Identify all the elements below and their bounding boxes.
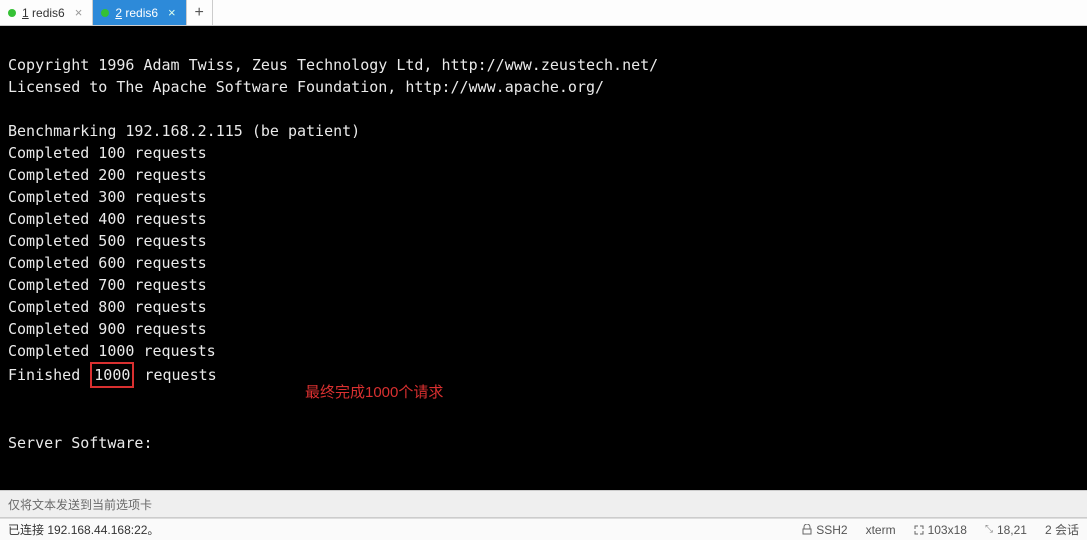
terminal-line: Completed 200 requests <box>8 166 207 184</box>
status-size: 103x18 <box>914 523 967 537</box>
tab-redis6-1[interactable]: 1 redis6 × <box>0 0 93 25</box>
highlight-value: 1000 <box>90 362 134 388</box>
tab-redis6-2[interactable]: 2 redis6 × <box>93 0 186 25</box>
close-icon[interactable]: × <box>75 6 83 19</box>
status-term: xterm <box>866 523 896 537</box>
annotation-text: 最终完成1000个请求 <box>305 382 443 404</box>
terminal-line: Copyright 1996 Adam Twiss, Zeus Technolo… <box>8 56 658 74</box>
terminal-line: Completed 800 requests <box>8 298 207 316</box>
tab-number: 2 redis6 <box>115 6 158 20</box>
tab-bar: 1 redis6 × 2 redis6 × + <box>0 0 1087 26</box>
status-dot-icon <box>8 9 16 17</box>
tab-number: 1 redis6 <box>22 6 65 20</box>
status-sessions: 2 会话 <box>1045 521 1079 538</box>
lock-icon <box>802 524 812 535</box>
terminal-line: Benchmarking 192.168.2.115 (be patient) <box>8 122 360 140</box>
terminal-line: Completed 600 requests <box>8 254 207 272</box>
status-bar: 已连接 192.168.44.168:22。 SSH2 xterm 103x18… <box>0 518 1087 540</box>
terminal-line: Completed 400 requests <box>8 210 207 228</box>
terminal-line: Licensed to The Apache Software Foundati… <box>8 78 604 96</box>
terminal-line: Completed 500 requests <box>8 232 207 250</box>
status-connection: 已连接 192.168.44.168:22。 <box>8 521 159 538</box>
terminal-line: Completed 700 requests <box>8 276 207 294</box>
status-ssh: SSH2 <box>802 523 847 537</box>
status-cursor-pos: ⤡ 18,21 <box>985 523 1027 537</box>
close-icon[interactable]: × <box>168 6 176 19</box>
new-tab-button[interactable]: + <box>187 0 213 25</box>
terminal-line: Completed 1000 requests <box>8 342 216 360</box>
terminal-line: Completed 100 requests <box>8 144 207 162</box>
terminal-line: Completed 900 requests <box>8 320 207 338</box>
terminal-line: Server Software: <box>8 434 153 452</box>
resize-icon: ⤡ <box>985 524 993 535</box>
status-dot-icon <box>101 9 109 17</box>
expand-icon <box>914 525 924 535</box>
terminal-output[interactable]: Copyright 1996 Adam Twiss, Zeus Technolo… <box>0 26 1087 490</box>
terminal-line-finished: Finished 1000 requests <box>8 366 217 384</box>
terminal-line: Completed 300 requests <box>8 188 207 206</box>
info-bar-text: 仅将文本发送到当前选项卡 <box>8 496 152 513</box>
info-bar: 仅将文本发送到当前选项卡 <box>0 490 1087 518</box>
